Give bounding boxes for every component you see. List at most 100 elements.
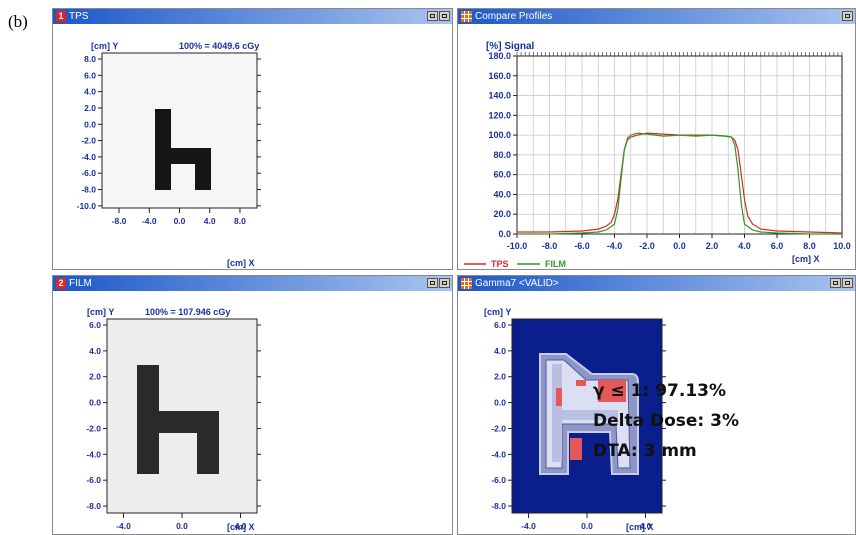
- gamma-left-band: [552, 364, 562, 462]
- x-tick-label: -4.0: [116, 521, 131, 531]
- x-tick-label: -10.0: [507, 241, 528, 251]
- y-tick-label: -6.0: [86, 475, 101, 485]
- x-tick-label: 0.0: [174, 216, 186, 226]
- window-controls: [427, 278, 450, 288]
- tile-button[interactable]: [830, 278, 841, 288]
- x-tick-label: -4.0: [607, 241, 623, 251]
- window-number-badge: 1: [56, 11, 66, 22]
- y-tick-label: 120.0: [488, 110, 511, 120]
- maximize-button[interactable]: [439, 11, 450, 21]
- window-title: FILM: [69, 278, 92, 289]
- field-right-bar: [197, 411, 219, 474]
- chart-grid: [516, 52, 843, 235]
- y-tick-label: 4.0: [494, 346, 506, 356]
- x-tick-label: 0.0: [581, 521, 593, 531]
- tile-button[interactable]: [427, 278, 438, 288]
- y-tick-label: 6.0: [84, 70, 96, 80]
- y-tick-label: -6.0: [81, 168, 96, 178]
- tile-button[interactable]: [427, 11, 438, 21]
- x-tick-label: 10.0: [833, 241, 851, 251]
- profile-grid-icon: [461, 11, 472, 22]
- tps-title-bar[interactable]: 1 TPS: [53, 9, 452, 24]
- x-tick-label: -4.0: [142, 216, 157, 226]
- film-window[interactable]: 2 FILM [cm] Y 100% = 107.946 cGy 6.0 4.0 2.…: [52, 275, 453, 535]
- x-tick-label: -8.0: [542, 241, 558, 251]
- y-tick-label: 0.0: [84, 119, 96, 129]
- y-tick-label: 4.0: [89, 346, 101, 356]
- y-tick-label: 40.0: [493, 189, 511, 199]
- y-tick-label: -4.0: [491, 449, 506, 459]
- x-tick-labels: -8.0 -4.0 0.0 4.0 8.0: [112, 208, 246, 226]
- figure-label: (b): [8, 12, 28, 31]
- x-tick-label: -4.0: [521, 521, 536, 531]
- x-tick-label: 8.0: [234, 216, 246, 226]
- y-tick-label: 20.0: [493, 209, 511, 219]
- x-tick-label: 2.0: [706, 241, 719, 251]
- normalization-label: 100% = 4049.6 cGy: [179, 41, 259, 51]
- y-tick-label: -8.0: [81, 185, 96, 195]
- y-tick-label: 2.0: [89, 372, 101, 382]
- y-tick-label: 80.0: [493, 150, 511, 160]
- window-controls: [427, 11, 450, 21]
- y-tick-label: 6.0: [89, 320, 101, 330]
- y-tick-label: -4.0: [86, 449, 101, 459]
- y-tick-label: -2.0: [86, 423, 101, 433]
- y-tick-label: -10.0: [77, 201, 97, 211]
- x-tick-label: 4.0: [738, 241, 751, 251]
- window-number-badge: 2: [56, 278, 66, 289]
- maximize-button[interactable]: [439, 278, 450, 288]
- dta-criterion: DTA: 3 mm: [593, 441, 697, 461]
- y-axis-label: [cm] Y: [87, 307, 114, 317]
- dose-map-frame: [101, 52, 258, 209]
- y-tick-label: 140.0: [488, 91, 511, 101]
- y-tick-label: 4.0: [84, 87, 96, 97]
- window-title: TPS: [69, 11, 89, 22]
- y-axis-label: [cm] Y: [484, 307, 511, 317]
- legend: TPS FILM: [464, 259, 566, 269]
- gamma-fail-bottom: [570, 438, 582, 460]
- y-tick-label: 6.0: [494, 320, 506, 330]
- y-tick-label: 2.0: [84, 103, 96, 113]
- y-tick-label: 0.0: [498, 229, 511, 239]
- y-tick-label: 60.0: [493, 170, 511, 180]
- y-tick-label: 100.0: [488, 130, 511, 140]
- y-tick-label: 160.0: [488, 71, 511, 81]
- delta-dose-criterion: Delta Dose: 3%: [593, 411, 740, 431]
- x-axis-label: [cm] X: [792, 254, 820, 264]
- y-tick-label: 2.0: [494, 372, 506, 382]
- maximize-button[interactable]: [842, 278, 853, 288]
- compare-title-bar[interactable]: Compare Profiles: [458, 9, 855, 24]
- x-axis-label: [cm] X: [227, 258, 255, 268]
- x-axis-label: [cm] X: [227, 522, 255, 532]
- film-title-bar[interactable]: 2 FILM: [53, 276, 452, 291]
- window-controls: [830, 278, 853, 288]
- x-tick-label: 8.0: [803, 241, 816, 251]
- compare-profiles-window[interactable]: Compare Profiles [%] Signal 180.0 160.0 14…: [457, 8, 856, 270]
- legend-film-label: FILM: [545, 259, 566, 269]
- window-title: Compare Profiles: [475, 11, 553, 22]
- legend-tps-label: TPS: [491, 259, 509, 269]
- profile-chart: [%] Signal 180.0160.0140.0120.0100.080.0…: [464, 41, 851, 269]
- y-tick-label: -6.0: [491, 475, 506, 485]
- gamma-fail-spot: [576, 380, 586, 386]
- window-title: Gamma7 <VALID>: [475, 278, 559, 289]
- x-tick-label: 0.0: [673, 241, 686, 251]
- tile-button[interactable]: [842, 11, 853, 21]
- tps-window[interactable]: 1 TPS [cm] Y 100% = 4049.6 cGy 8.0 6.0 4.0 2…: [52, 8, 453, 270]
- gamma-title-bar[interactable]: Gamma7 <VALID>: [458, 276, 855, 291]
- normalization-label: 100% = 107.946 cGy: [145, 307, 230, 317]
- gamma-fail-left: [556, 388, 562, 406]
- window-controls: [842, 11, 853, 21]
- y-tick-labels: 180.0 160.0 140.0 120.0 100.0 80.0 60.0 40.0 20.…: [488, 51, 517, 239]
- x-tick-labels: -10.0 -8.0 -6.0 -4.0 -2.0 0.0 2.0 4.0 6.0 8.0 10.0: [507, 234, 851, 251]
- y-tick-label: -4.0: [81, 152, 96, 162]
- gamma-pass-rate: γ ≤ 1: 97.13%: [593, 381, 727, 401]
- x-tick-label: -8.0: [112, 216, 127, 226]
- y-tick-label: -2.0: [81, 136, 96, 146]
- y-tick-label: 0.0: [89, 398, 101, 408]
- y-tick-label: 8.0: [84, 54, 96, 64]
- tps-dose-plot: [cm] Y 100% = 4049.6 cGy 8.0 6.0 4.0 2.0 0.0…: [77, 41, 261, 268]
- gamma-window[interactable]: Gamma7 <VALID> [cm] Y 6.0 4.0 2.0 0.0 -2.0 -4…: [457, 275, 856, 535]
- x-tick-label: 0.0: [176, 521, 188, 531]
- x-tick-label: 4.0: [204, 216, 216, 226]
